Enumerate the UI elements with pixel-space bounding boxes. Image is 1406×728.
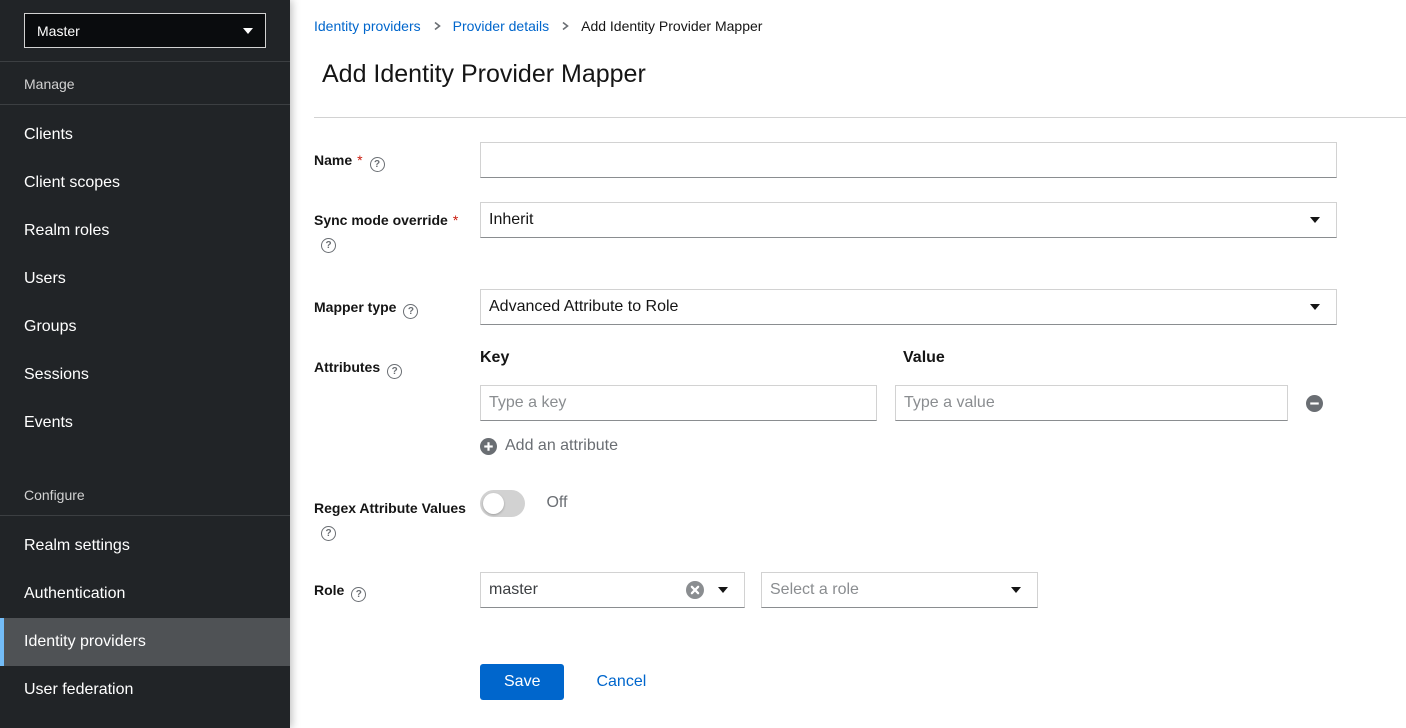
attributes-row: Attributes? Key Value (314, 349, 1406, 460)
clear-selection-icon[interactable] (686, 581, 704, 599)
help-icon[interactable]: ? (321, 238, 336, 253)
attributes-value-header: Value (903, 349, 1288, 367)
mapper-type-select[interactable]: Advanced Attribute to Role (480, 289, 1337, 325)
mapper-type-selected-value: Advanced Attribute to Role (489, 298, 678, 316)
help-icon[interactable]: ? (351, 587, 366, 602)
sync-mode-label: Sync mode override*? (314, 202, 480, 253)
attribute-value-input[interactable] (895, 385, 1288, 421)
sync-mode-selected-value: Inherit (489, 211, 533, 229)
sidebar-item-user-federation[interactable]: User federation (0, 666, 290, 714)
sidebar-item-identity-providers[interactable]: Identity providers (0, 618, 290, 666)
name-label: Name*? (314, 142, 480, 172)
breadcrumb-current: Add Identity Provider Mapper (581, 18, 762, 34)
mapper-form: Name*? Sync mode override*? Inherit (314, 142, 1406, 700)
page-title: Add Identity Provider Mapper (322, 60, 1406, 89)
help-icon[interactable]: ? (370, 157, 385, 172)
add-attribute-label: Add an attribute (505, 437, 618, 455)
breadcrumb-link-provider-details[interactable]: Provider details (453, 18, 550, 34)
realm-selector[interactable]: Master (24, 13, 266, 48)
required-asterisk: * (357, 152, 362, 168)
regex-toggle-state: Off (546, 494, 567, 511)
breadcrumb-link-identity-providers[interactable]: Identity providers (314, 18, 421, 34)
chevron-right-icon (432, 20, 442, 32)
breadcrumb: Identity providers Provider details Add … (314, 18, 1406, 34)
regex-label: Regex Attribute Values? (314, 490, 480, 541)
role-label: Role? (314, 572, 480, 602)
sidebar-item-client-scopes[interactable]: Client scopes (0, 159, 290, 207)
nav-group-manage: Manage Clients Client scopes Realm roles… (0, 62, 290, 453)
role-row: Role? master Select (314, 572, 1406, 608)
toggle-knob (483, 493, 504, 514)
actions-row: Save Cancel (314, 664, 1406, 700)
nav-list-configure: Realm settings Authentication Identity p… (0, 516, 290, 720)
caret-down-icon (1310, 304, 1320, 310)
save-button[interactable]: Save (480, 664, 564, 700)
add-attribute-button[interactable]: Add an attribute (480, 437, 618, 455)
sidebar-item-clients[interactable]: Clients (0, 111, 290, 159)
regex-row: Regex Attribute Values? Off (314, 490, 1406, 541)
name-row: Name*? (314, 142, 1406, 178)
app-window: Master Manage Clients Client scopes Real… (0, 0, 1406, 728)
title-divider (314, 117, 1406, 118)
name-input[interactable] (480, 142, 1337, 178)
sidebar-item-authentication[interactable]: Authentication (0, 570, 290, 618)
caret-down-icon (1011, 587, 1021, 593)
sync-mode-row: Sync mode override*? Inherit (314, 202, 1406, 253)
help-icon[interactable]: ? (403, 304, 418, 319)
help-icon[interactable]: ? (321, 526, 336, 541)
role-selected-value: master (489, 581, 538, 599)
sidebar: Master Manage Clients Client scopes Real… (0, 0, 290, 728)
nav-list-manage: Clients Client scopes Realm roles Users … (0, 105, 290, 453)
cancel-link[interactable]: Cancel (596, 673, 646, 691)
mapper-type-label: Mapper type? (314, 289, 480, 319)
plus-circle-icon (480, 438, 497, 455)
chevron-right-icon (560, 20, 570, 32)
mapper-type-row: Mapper type? Advanced Attribute to Role (314, 289, 1406, 325)
minus-circle-icon (1306, 395, 1323, 412)
attributes-grid: Key Value (480, 349, 1406, 421)
nav-group-configure: Configure Realm settings Authentication … (0, 473, 290, 720)
attribute-key-input[interactable] (480, 385, 877, 421)
caret-down-icon (243, 28, 253, 34)
realm-selector-block: Master (0, 0, 290, 62)
help-icon[interactable]: ? (387, 364, 402, 379)
role-select-placeholder: Select a role (770, 581, 859, 599)
regex-toggle[interactable] (480, 490, 525, 517)
sidebar-item-realm-settings[interactable]: Realm settings (0, 522, 290, 570)
nav-group-title-manage: Manage (0, 62, 290, 105)
role-select[interactable]: Select a role (761, 572, 1038, 608)
realm-selector-label: Master (37, 23, 80, 39)
nav-group-title-configure: Configure (0, 473, 290, 516)
sidebar-item-sessions[interactable]: Sessions (0, 351, 290, 399)
attributes-label: Attributes? (314, 349, 480, 379)
sidebar-item-users[interactable]: Users (0, 255, 290, 303)
role-typeahead-select[interactable]: master (480, 572, 745, 608)
attributes-key-header: Key (480, 349, 877, 367)
main-content: Identity providers Provider details Add … (290, 0, 1406, 728)
sidebar-item-events[interactable]: Events (0, 399, 290, 447)
caret-down-icon (1310, 217, 1320, 223)
sync-mode-select[interactable]: Inherit (480, 202, 1337, 238)
sidebar-item-realm-roles[interactable]: Realm roles (0, 207, 290, 255)
caret-down-icon (718, 587, 728, 593)
sidebar-item-groups[interactable]: Groups (0, 303, 290, 351)
remove-attribute-button[interactable] (1306, 395, 1330, 412)
required-asterisk: * (453, 212, 458, 228)
